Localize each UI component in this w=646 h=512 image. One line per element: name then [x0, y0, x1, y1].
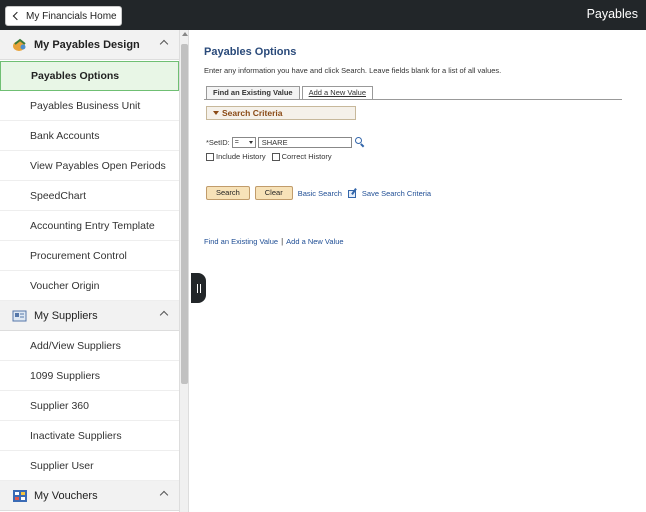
tab-find-existing-value[interactable]: Find an Existing Value	[206, 86, 300, 99]
home-button[interactable]: My Financials Home	[5, 6, 122, 26]
tab-add-new-value[interactable]: Add a New Value	[301, 86, 374, 99]
setid-row: *SetID: =	[206, 136, 365, 148]
search-button[interactable]: Search	[206, 186, 250, 200]
find-existing-value-link[interactable]: Find an Existing Value	[204, 237, 278, 246]
dropdown-arrow-icon	[248, 140, 253, 144]
sidebar-item-accounting-entry-template[interactable]: Accounting Entry Template	[0, 211, 179, 241]
save-search-criteria-link[interactable]: Save Search Criteria	[362, 189, 431, 198]
sidebar-group-payables-design[interactable]: My Payables Design	[0, 30, 179, 60]
sidebar-group-suppliers[interactable]: My Suppliers	[0, 301, 179, 331]
correct-history-checkbox[interactable]	[271, 152, 280, 161]
sidebar-item-payables-options[interactable]: Payables Options	[0, 61, 179, 91]
include-history-label: Include History	[216, 152, 266, 161]
criteria-label: Search Criteria	[222, 108, 283, 118]
correct-history-label: Correct History	[281, 152, 332, 161]
setid-label: *SetID:	[206, 137, 230, 147]
basic-search-link[interactable]: Basic Search	[298, 189, 342, 198]
vouchers-icon	[13, 489, 27, 502]
chevron-up-icon[interactable]	[159, 310, 169, 320]
sidebar-item-speedchart[interactable]: SpeedChart	[0, 181, 179, 211]
sidebar-group-label: My Suppliers	[34, 309, 98, 322]
pause-bars-icon	[196, 283, 201, 293]
sidebar-group-label: My Vouchers	[34, 489, 98, 502]
chevron-up-icon[interactable]	[159, 39, 169, 49]
link-separator: |	[281, 237, 284, 246]
sidebar-item-procurement-control[interactable]: Procurement Control	[0, 241, 179, 271]
sidebar-item-view-open-periods[interactable]: View Payables Open Periods	[0, 151, 179, 181]
sidebar-item-inactivate-suppliers[interactable]: Inactivate Suppliers	[0, 421, 179, 451]
collapse-triangle-icon	[213, 111, 219, 115]
search-tabs: Find an Existing Value Add a New Value	[206, 86, 375, 99]
clear-button[interactable]: Clear	[254, 186, 293, 200]
chevron-up-icon[interactable]	[159, 490, 169, 500]
sidebar-item-1099-suppliers[interactable]: 1099 Suppliers	[0, 361, 179, 391]
search-actions: Search Clear Basic Search Save Search Cr…	[206, 186, 431, 200]
magnifier-handle	[360, 143, 365, 148]
setid-input[interactable]	[257, 136, 352, 148]
sidebar: My Payables Design Payables Options Paya…	[0, 30, 180, 512]
save-search-icon[interactable]	[347, 188, 358, 198]
include-history-checkbox[interactable]	[206, 152, 214, 161]
setid-operator-select[interactable]: =	[231, 136, 256, 148]
sidebar-item-voucher-origin[interactable]: Voucher Origin	[0, 271, 179, 301]
lookup-search-icon[interactable]	[354, 137, 365, 148]
sidebar-item-add-view-suppliers[interactable]: Add/View Suppliers	[0, 331, 179, 361]
scroll-up-arrow-icon[interactable]	[182, 32, 188, 36]
payables-design-icon	[13, 38, 26, 51]
instructions-text: Enter any information you have and click…	[204, 66, 502, 75]
sidebar-item-supplier-user[interactable]: Supplier User	[0, 451, 179, 481]
main-content: Payables Options Enter any information y…	[204, 30, 644, 512]
operator-value: =	[234, 138, 239, 146]
scrollbar-thumb[interactable]	[181, 44, 188, 384]
sidebar-item-payables-business-unit[interactable]: Payables Business Unit	[0, 91, 179, 121]
tab-divider	[204, 99, 622, 100]
bottom-links: Find an Existing Value | Add a New Value	[204, 237, 344, 246]
sidebar-item-bank-accounts[interactable]: Bank Accounts	[0, 121, 179, 151]
home-button-label: My Financials Home	[26, 10, 117, 22]
add-new-value-link[interactable]: Add a New Value	[286, 237, 343, 246]
page-title: Payables Options	[204, 46, 297, 58]
top-banner: My Financials Home Payables	[0, 0, 646, 30]
sidebar-scrollbar[interactable]	[180, 30, 189, 512]
sidebar-group-vouchers[interactable]: My Vouchers	[0, 481, 179, 511]
suppliers-icon	[12, 310, 27, 321]
sidebar-group-label: My Payables Design	[34, 38, 140, 51]
sidebar-item-supplier-360[interactable]: Supplier 360	[0, 391, 179, 421]
chevron-left-icon	[12, 11, 22, 21]
page-title-banner: Payables	[586, 7, 638, 21]
history-checkboxes: Include History Correct History	[206, 151, 338, 162]
search-criteria-header[interactable]: Search Criteria	[206, 106, 356, 120]
tab-label: Add a New Value	[308, 88, 367, 97]
